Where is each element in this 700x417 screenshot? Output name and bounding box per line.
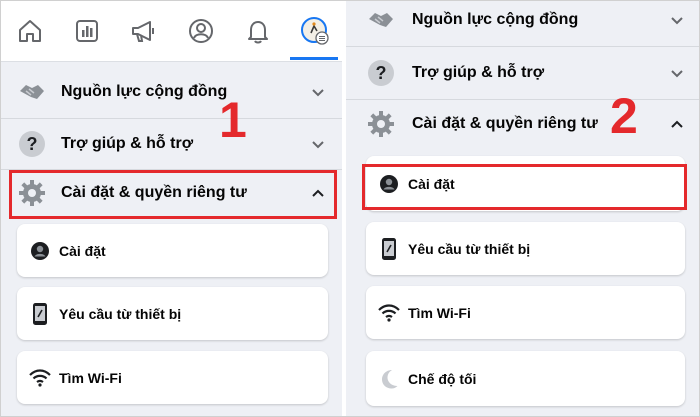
handshake-icon [17,77,47,107]
top-navigation-bar [1,1,342,62]
profile-icon[interactable] [185,15,217,47]
question-icon: ? [17,129,47,159]
section-community[interactable]: Nguồn lực cộng đồng [366,1,691,43]
divider [346,46,699,47]
wifi-icon [378,302,400,324]
bell-icon[interactable] [242,15,274,47]
chevron-down-icon [311,85,325,99]
phone-icon [378,237,400,260]
menu-item-label: Cài đặt [59,242,106,259]
menu-item-settings[interactable]: Cài đặt [17,224,328,277]
chevron-down-icon [670,66,684,80]
menu-item-device-requests[interactable]: Yêu cầu từ thiết bị [17,287,328,340]
menu-item-device-requests[interactable]: Yêu cầu từ thiết bị [366,222,685,275]
menu-item-dark-mode[interactable]: Chế độ tối [366,351,685,406]
menu-item-find-wifi[interactable]: Tìm Wi-Fi [366,286,685,339]
step-number: 2 [610,88,638,144]
menu-item-find-wifi[interactable]: Tìm Wi-Fi [17,351,328,404]
phone-icon [29,302,51,325]
right-panel: Nguồn lực cộng đồng ? Trợ giúp & hỗ trợ … [346,1,699,416]
svg-text:?: ? [27,134,38,154]
wifi-icon [29,367,51,389]
menu-item-label: Yêu cầu từ thiết bị [59,305,182,322]
section-community-label: Nguồn lực cộng đồng [61,83,228,100]
section-help[interactable]: ? Trợ giúp & hỗ trợ [17,121,333,167]
gear-icon [366,109,396,139]
highlight-box [362,164,687,210]
active-tab-indicator [290,57,338,60]
menu-avatar-icon[interactable] [299,15,331,47]
step-number: 1 [219,92,247,148]
menu-item-label: Yêu cầu từ thiết bị [408,240,531,257]
screenshot-frame: Nguồn lực cộng đồng ? Trợ giúp & hỗ trợ … [0,0,700,417]
menu-item-label: Tìm Wi-Fi [408,304,471,321]
left-panel: Nguồn lực cộng đồng ? Trợ giúp & hỗ trợ … [1,1,342,416]
section-settings[interactable]: Cài đặt & quyền riêng tư [366,101,691,147]
question-icon: ? [366,58,396,88]
section-help-label: Trợ giúp & hỗ trợ [412,64,545,81]
section-community-label: Nguồn lực cộng đồng [412,11,579,28]
megaphone-icon[interactable] [128,15,160,47]
section-settings-label: Cài đặt & quyền riêng tư [412,115,598,132]
person-circle-icon [29,240,51,262]
chevron-down-icon [670,13,684,27]
menu-item-label: Chế độ tối [408,370,477,387]
svg-text:?: ? [376,63,387,83]
chevron-down-icon [311,137,325,151]
highlight-box [9,170,337,219]
chevron-up-icon [670,117,684,131]
home-icon[interactable] [14,15,46,47]
handshake-icon [366,5,396,35]
section-community[interactable]: Nguồn lực cộng đồng [17,69,333,115]
section-help[interactable]: ? Trợ giúp & hỗ trợ [366,50,691,96]
moon-icon [378,368,400,390]
divider [1,118,342,119]
section-help-label: Trợ giúp & hỗ trợ [61,135,194,152]
pages-icon[interactable] [71,15,103,47]
menu-item-label: Tìm Wi-Fi [59,369,122,386]
divider [346,99,699,100]
